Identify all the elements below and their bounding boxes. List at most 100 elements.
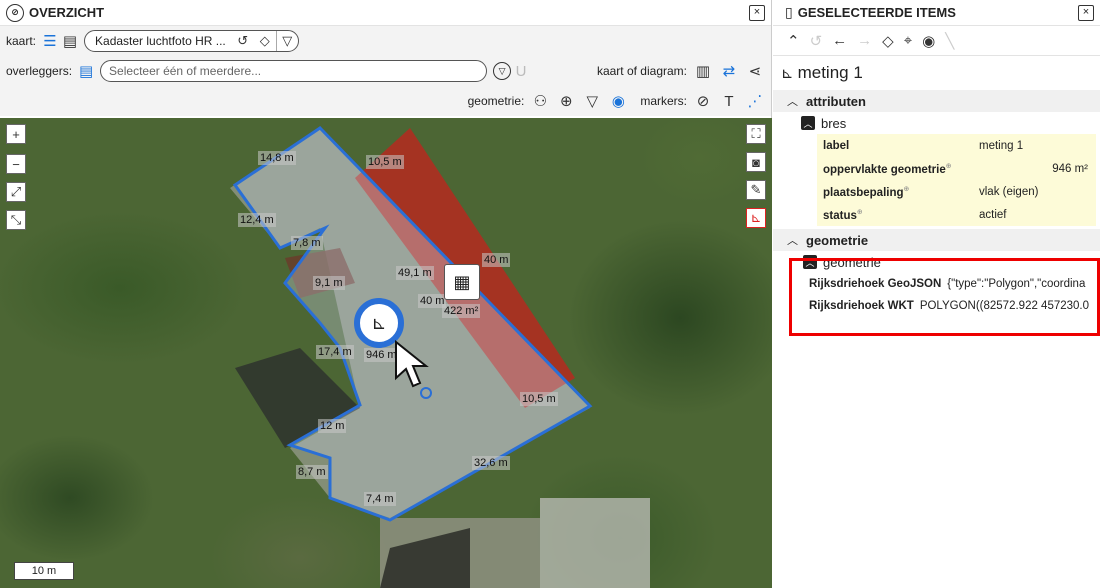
overview-header: ⊘ OVERZICHT × <box>0 0 771 26</box>
map-canvas[interactable]: + − ⤢ ⤡ ⛶ ◙ ✎ ⊾ 14,8 m 10,5 m 12,4 m 7,8… <box>0 118 772 588</box>
section-attributen-label: attributen <box>806 93 866 109</box>
kaart-select[interactable]: Kadaster luchtfoto HR ... ↺ ◇ ▽ <box>84 30 299 52</box>
selected-items-header: ▯ GESELECTEERDE ITEMS × <box>773 0 1100 26</box>
list-icon[interactable]: ▤ <box>60 31 80 51</box>
kaart-row: kaart: ☰ ▤ Kadaster luchtfoto HR ... ↺ ◇… <box>0 26 771 56</box>
overleggers-select[interactable]: Selecteer één of meerdere... <box>100 60 488 82</box>
map-label: 32,6 m <box>472 456 510 470</box>
map-label: 40 m <box>482 253 511 267</box>
chevron-up-icon: ︿ <box>787 235 798 247</box>
fullscreen-icon[interactable]: ⛶ <box>746 124 766 144</box>
attribute-row: plaatsbepaling⊕ vlak (eigen) <box>817 180 1096 203</box>
geometrie-highlight-box <box>789 258 1100 336</box>
map-label: 12 m <box>318 419 347 433</box>
history-icon[interactable]: ↺ <box>232 31 254 51</box>
info-icon[interactable]: ⊕ <box>946 163 952 170</box>
kaart-label: kaart: <box>6 34 37 48</box>
people-icon[interactable]: ⚇ <box>530 91 550 111</box>
zoom-extent-icon[interactable]: ⤢ <box>6 182 26 202</box>
overleggers-label: overleggers: <box>6 64 73 78</box>
attribute-value: 946 m² <box>1052 162 1088 175</box>
scale-bar: 10 m <box>14 562 74 580</box>
magnet-icon[interactable]: U <box>511 61 531 81</box>
section-attributen[interactable]: ︿ attributen <box>773 90 1100 112</box>
slash-icon[interactable]: ╲ <box>945 32 954 50</box>
close-selected-button[interactable]: × <box>1078 4 1094 21</box>
map-label: 9,1 m <box>313 276 345 290</box>
attribute-key: status⊕ <box>823 208 863 222</box>
chevron-down-icon[interactable]: ▽ <box>493 62 512 80</box>
zoom-in-button[interactable]: + <box>6 124 26 144</box>
eye-icon[interactable]: ◉ <box>922 32 935 50</box>
attribute-key: label <box>823 139 850 152</box>
map-label: 14,8 m <box>258 151 296 165</box>
network-icon[interactable]: ⋰ <box>745 91 765 111</box>
selected-items-title: GESELECTEERDE ITEMS <box>797 5 956 20</box>
collapse-all-icon[interactable]: ⌃ <box>787 32 800 50</box>
ruler-icon[interactable]: ✎ <box>746 180 766 200</box>
section-geometrie[interactable]: ︿ geometrie <box>773 229 1100 251</box>
chevron-down-icon[interactable]: ▽ <box>275 31 298 51</box>
map-label: 8,7 m <box>296 465 328 479</box>
location-pin-icon[interactable]: ◉ <box>608 91 628 111</box>
map-label: 7,8 m <box>291 236 323 250</box>
eraser-icon[interactable]: ◇ <box>254 31 276 51</box>
history-icon[interactable]: ↺ <box>810 32 823 50</box>
selected-toolbar: ⌃ ↺ ← → ◇ ⌖ ◉ ╲ <box>773 26 1100 56</box>
measure-active-icon[interactable]: ⊾ <box>746 208 766 228</box>
attribute-key: plaatsbepaling⊕ <box>823 185 910 199</box>
overview-title: OVERZICHT <box>29 5 105 20</box>
marker-off-icon[interactable]: ⊘ <box>693 91 713 111</box>
markers-label: markers: <box>640 94 687 108</box>
cursor-icon <box>395 340 429 388</box>
map-label: 7,4 m <box>364 492 396 506</box>
camera-icon[interactable]: ◙ <box>746 152 766 172</box>
attribute-value: actief <box>979 208 1007 221</box>
text-icon[interactable]: T <box>719 91 739 111</box>
info-icon[interactable]: ⊕ <box>904 186 910 193</box>
sub-bres[interactable]: ︿ bres <box>773 112 1100 134</box>
selected-items-panel: ▯ GESELECTEERDE ITEMS × ⌃ ↺ ← → ◇ ⌖ ◉ ╲ … <box>773 0 1100 588</box>
zoom-out-button[interactable]: − <box>6 154 26 174</box>
map-label: 17,4 m <box>316 345 354 359</box>
info-icon[interactable]: ⊕ <box>857 209 863 216</box>
zoom-selection-icon[interactable]: ⤡ <box>6 210 26 230</box>
collapse-icon[interactable]: ︿ <box>801 116 815 130</box>
map-label: 12,4 m <box>238 213 276 227</box>
attribute-row: status⊕ actief <box>817 203 1096 226</box>
map-label: 10,5 m <box>520 392 558 406</box>
arrow-left-icon[interactable]: ← <box>832 32 847 49</box>
water-tank <box>540 498 650 588</box>
target-icon[interactable]: ⌖ <box>904 32 912 49</box>
building-icon[interactable]: ▦ <box>444 264 480 300</box>
close-overview-button[interactable]: × <box>749 4 765 21</box>
map-icon[interactable]: ▥ <box>693 61 713 81</box>
map-label: 10,5 m <box>366 155 404 169</box>
attribute-value: vlak (eigen) <box>979 185 1039 198</box>
chevron-up-icon: ︿ <box>787 96 798 108</box>
feature-title-text: meting 1 <box>797 63 863 82</box>
layers-icon[interactable]: ☰ <box>40 31 60 51</box>
clipboard-icon: ▯ <box>785 4 793 20</box>
geometrie-label: geometrie: <box>467 94 525 108</box>
compass-icon: ⊘ <box>6 3 24 22</box>
map-label: 49,1 m <box>396 266 434 280</box>
overleggers-row: overleggers: ▤ Selecteer één of meerdere… <box>0 56 771 86</box>
filter-icon[interactable]: ▽ <box>582 91 602 111</box>
overview-panel: ⊘ OVERZICHT × kaart: ☰ ▤ Kadaster luchtf… <box>0 0 772 588</box>
attribute-value: meting 1 <box>979 139 1024 152</box>
kaart-select-value: Kadaster luchtfoto HR ... <box>95 34 226 48</box>
list-icon[interactable]: ▤ <box>76 61 96 81</box>
share-icon[interactable]: ⋖ <box>745 61 765 81</box>
kaart-of-diagram-label: kaart of diagram: <box>596 64 687 78</box>
geometrie-row: geometrie: ⚇ ⊕ ▽ ◉ markers: ⊘ T ⋰ <box>0 86 771 116</box>
arrow-right-icon[interactable]: → <box>857 32 872 49</box>
swap-icon[interactable]: ⇄ <box>719 61 739 81</box>
eraser-icon[interactable]: ◇ <box>882 32 894 50</box>
map-label: 422 m² <box>442 304 481 318</box>
section-geometrie-label: geometrie <box>806 232 869 248</box>
measure-icon: ⊾ <box>781 65 794 82</box>
attribute-key: oppervlakte geometrie⊕ <box>823 162 952 176</box>
feature-title: ⊾ meting 1 <box>773 56 1100 90</box>
globe-icon[interactable]: ⊕ <box>556 91 576 111</box>
